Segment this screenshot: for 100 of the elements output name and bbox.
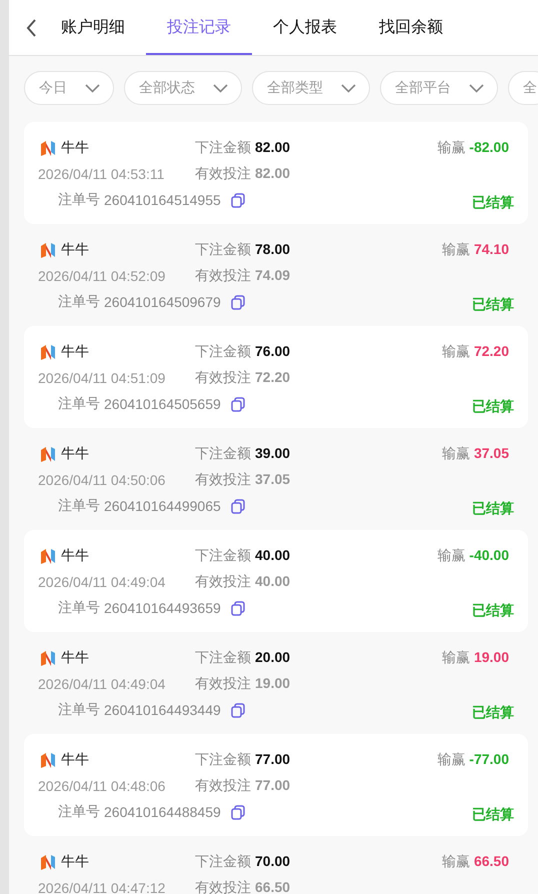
- status-text: 已结算: [472, 193, 514, 212]
- bet-time: 2026/04/11 04:53:11: [38, 166, 164, 182]
- bet-time: 2026/04/11 04:49:04: [38, 676, 166, 692]
- win-loss-amount: 74.10: [474, 241, 509, 257]
- back-icon: [26, 18, 37, 38]
- order-number: 260410164488459: [104, 804, 221, 820]
- status-text: 已结算: [472, 397, 514, 416]
- status-text: 已结算: [472, 805, 514, 824]
- chevron-down-icon: [213, 84, 228, 92]
- order-number: 260410164509679: [104, 294, 221, 310]
- valid-bet-label: 有效投注: [195, 573, 251, 589]
- order-number: 260410164505659: [104, 396, 221, 412]
- copy-button[interactable]: [230, 702, 246, 718]
- game-logo-icon: [40, 446, 56, 462]
- valid-bet-amount: 19.00: [255, 675, 290, 691]
- order-number: 260410164493659: [104, 600, 221, 616]
- win-loss-label: 输赢: [442, 241, 470, 257]
- filter-dropdown[interactable]: 全部状态: [124, 71, 242, 105]
- status-text: 已结算: [472, 295, 514, 314]
- filter-dropdown[interactable]: 全部平台: [380, 71, 498, 105]
- tab[interactable]: 投注记录: [146, 0, 252, 55]
- tab[interactable]: 账户明细: [40, 0, 146, 55]
- bet-amount: 82.00: [255, 139, 290, 155]
- status-text: 已结算: [472, 703, 514, 722]
- game-name: 牛牛: [61, 241, 89, 259]
- win-loss-amount: 37.05: [474, 445, 509, 461]
- order-label: 注单号: [58, 395, 100, 413]
- copy-icon: [230, 396, 246, 412]
- valid-bet-amount: 40.00: [255, 573, 290, 589]
- copy-button[interactable]: [230, 600, 246, 616]
- bet-time: 2026/04/11 04:48:06: [38, 778, 166, 794]
- game-logo-icon: [40, 140, 56, 156]
- game-name: 牛牛: [61, 343, 89, 361]
- game-name: 牛牛: [61, 649, 89, 667]
- status-text: 已结算: [472, 499, 514, 518]
- bet-time: 2026/04/11 04:52:09: [38, 268, 166, 284]
- bet-label: 下注金额: [195, 343, 251, 359]
- win-loss-label: 输赢: [442, 445, 470, 461]
- valid-bet-amount: 74.09: [255, 267, 290, 283]
- copy-icon: [230, 600, 246, 616]
- valid-bet-amount: 72.20: [255, 369, 290, 385]
- order-number: 260410164514955: [104, 192, 221, 208]
- valid-bet-amount: 37.05: [255, 471, 290, 487]
- copy-icon: [230, 498, 246, 514]
- game-logo-icon: [40, 344, 56, 360]
- tab[interactable]: 找回余额: [358, 0, 464, 55]
- bet-label: 下注金额: [195, 139, 251, 155]
- order-label: 注单号: [58, 599, 100, 617]
- win-loss-label: 输赢: [442, 853, 470, 869]
- bet-label: 下注金额: [195, 241, 251, 257]
- copy-icon: [230, 702, 246, 718]
- chevron-down-icon: [341, 84, 356, 92]
- win-loss-amount: 19.00: [474, 649, 509, 665]
- win-loss-amount: -82.00: [469, 139, 509, 155]
- game-logo-icon: [40, 548, 56, 564]
- chevron-down-icon: [85, 84, 100, 92]
- status-text: 已结算: [472, 601, 514, 620]
- tab[interactable]: 个人报表: [252, 0, 358, 55]
- filter-dropdown[interactable]: 今日: [24, 71, 114, 105]
- game-name: 牛牛: [61, 853, 89, 871]
- bet-label: 下注金额: [195, 751, 251, 767]
- chevron-down-icon: [469, 84, 484, 92]
- valid-bet-label: 有效投注: [195, 777, 251, 793]
- bet-label: 下注金额: [195, 445, 251, 461]
- filter-dropdown[interactable]: 全部类型: [252, 71, 370, 105]
- copy-icon: [230, 804, 246, 820]
- valid-bet-label: 有效投注: [195, 369, 251, 385]
- order-label: 注单号: [58, 701, 100, 719]
- game-logo-icon: [40, 854, 56, 870]
- bet-label: 下注金额: [195, 547, 251, 563]
- copy-button[interactable]: [230, 498, 246, 514]
- game-logo-icon: [40, 650, 56, 666]
- copy-button[interactable]: [230, 396, 246, 412]
- bet-amount: 39.00: [255, 445, 290, 461]
- valid-bet-label: 有效投注: [195, 675, 251, 691]
- valid-bet-amount: 82.00: [255, 165, 290, 181]
- win-loss-amount: 72.20: [474, 343, 509, 359]
- order-label: 注单号: [58, 497, 100, 515]
- bet-time: 2026/04/11 04:50:06: [38, 472, 166, 488]
- copy-button[interactable]: [230, 294, 246, 310]
- win-loss-amount: -40.00: [469, 547, 509, 563]
- bet-amount: 77.00: [255, 751, 290, 767]
- valid-bet-amount: 66.50: [255, 879, 290, 894]
- filter-dropdown[interactable]: 全: [508, 71, 538, 105]
- valid-bet-label: 有效投注: [195, 165, 251, 181]
- order-label: 注单号: [58, 803, 100, 821]
- bet-label: 下注金额: [195, 649, 251, 665]
- win-loss-amount: 66.50: [474, 853, 509, 869]
- game-name: 牛牛: [61, 139, 89, 157]
- win-loss-label: 输赢: [442, 343, 470, 359]
- game-name: 牛牛: [61, 547, 89, 565]
- copy-button[interactable]: [230, 804, 246, 820]
- copy-button[interactable]: [230, 192, 246, 208]
- win-loss-label: 输赢: [437, 139, 466, 155]
- order-label: 注单号: [58, 191, 100, 209]
- bet-amount: 70.00: [255, 853, 290, 869]
- bet-amount: 40.00: [255, 547, 290, 563]
- game-name: 牛牛: [61, 751, 89, 769]
- game-logo-icon: [40, 752, 56, 768]
- copy-icon: [230, 192, 246, 208]
